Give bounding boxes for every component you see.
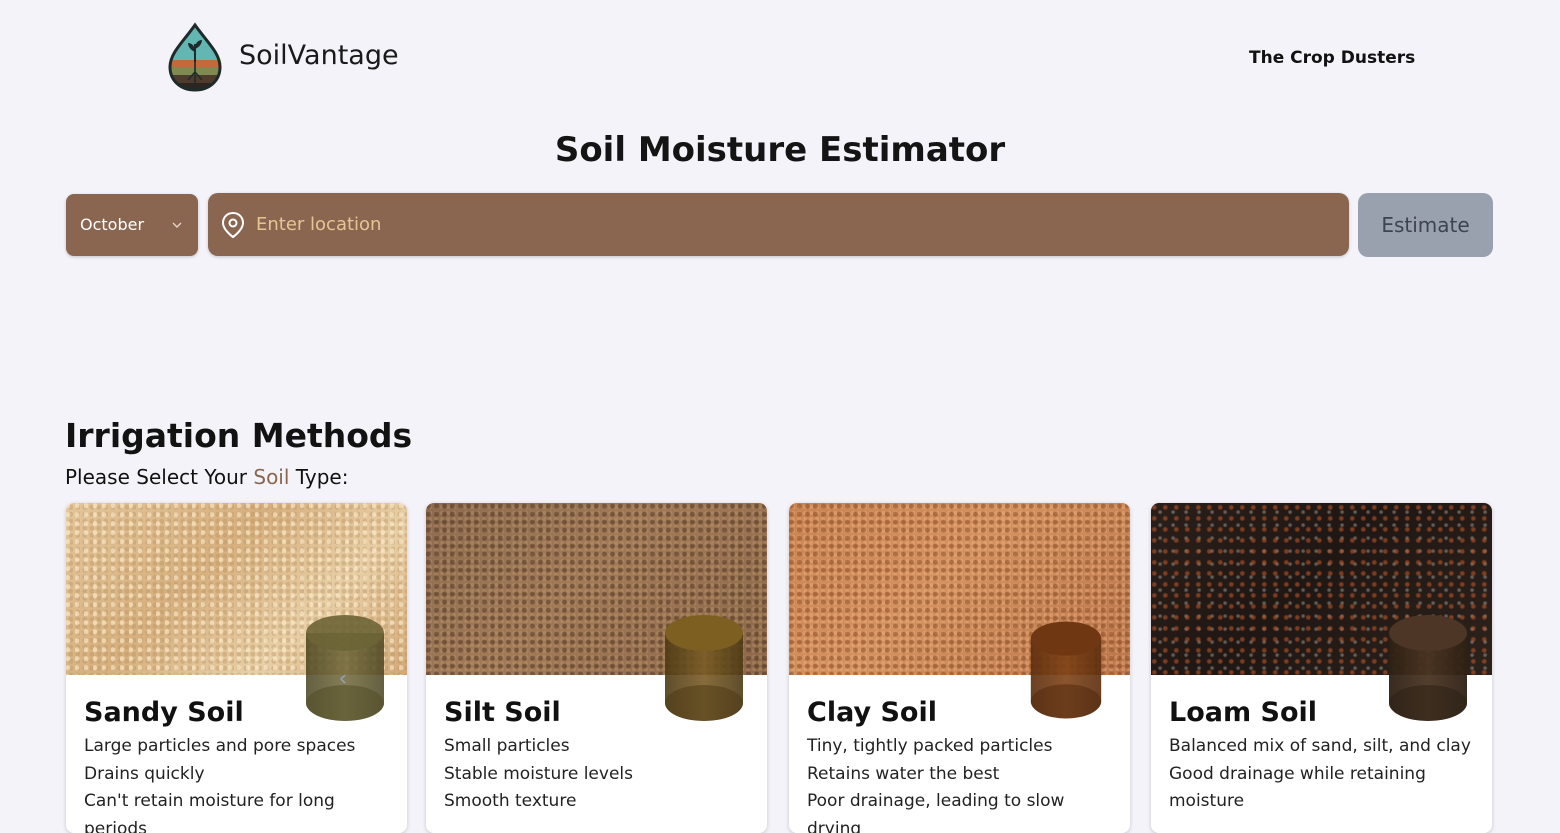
soilvantage-logo-icon[interactable] (166, 22, 224, 92)
irrigation-title: Irrigation Methods (65, 416, 413, 455)
soil-card-title: Clay Soil (807, 697, 937, 728)
moisture-cylinder-icon (306, 615, 384, 721)
soil-card-point: Drains quickly (84, 763, 205, 784)
location-input[interactable] (256, 193, 1336, 256)
soil-type-prompt-accent: Soil (253, 465, 290, 489)
soil-card-title: Loam Soil (1169, 697, 1318, 728)
soil-card-point: Good drainage while retaining (1169, 763, 1426, 784)
soil-card-point: Poor drainage, leading to slow drying (807, 791, 1065, 833)
map-pin-icon (221, 211, 245, 239)
header: SoilVantage The Crop Dusters (0, 0, 1560, 118)
location-field[interactable] (208, 193, 1349, 256)
soil-card-sandy[interactable]: Sandy Soil Large particles and pore spac… (66, 503, 407, 833)
soil-card-point: Can't retain moisture for long periods (84, 791, 335, 833)
soil-type-prompt-end: Type: (289, 465, 349, 489)
soil-card-point: Tiny, tightly packed particles (807, 736, 1053, 756)
soil-card-point: Stable moisture levels (444, 763, 633, 784)
moisture-cylinder-icon (1389, 615, 1467, 721)
soil-card-point: moisture (1169, 791, 1245, 811)
soil-type-prompt: Please Select Your Soil Type: (65, 465, 348, 489)
estimate-button[interactable]: Estimate (1358, 193, 1493, 257)
moisture-cylinder-icon (1030, 621, 1102, 719)
team-name: The Crop Dusters (1249, 48, 1416, 68)
month-select-value: October (80, 215, 145, 234)
brand-name[interactable]: SoilVantage (239, 40, 399, 71)
soil-card-title: Sandy Soil (84, 697, 244, 728)
soil-type-prompt-start: Please Select Your (65, 465, 254, 489)
soil-card-point: Retains water the best (807, 763, 1000, 784)
chevron-down-icon (172, 222, 182, 228)
soil-card-clay[interactable]: Clay Soil Tiny, tightly packed particles… (789, 503, 1130, 833)
soil-card-point: Small particles (444, 736, 570, 756)
soil-card-point: Balanced mix of sand, silt, and clay (1169, 736, 1471, 756)
soil-card-silt[interactable]: Silt Soil Small particles Stable moistur… (426, 503, 767, 833)
soil-card-title: Silt Soil (444, 697, 561, 728)
month-select[interactable]: October (66, 194, 198, 256)
page-title: Soil Moisture Estimator (554, 130, 1006, 170)
moisture-cylinder-icon (665, 615, 743, 721)
soil-card-point: Smooth texture (444, 791, 577, 811)
soil-card-point: Large particles and pore spaces (84, 736, 356, 756)
soil-card-loam[interactable]: Loam Soil Balanced mix of sand, silt, an… (1151, 503, 1492, 833)
